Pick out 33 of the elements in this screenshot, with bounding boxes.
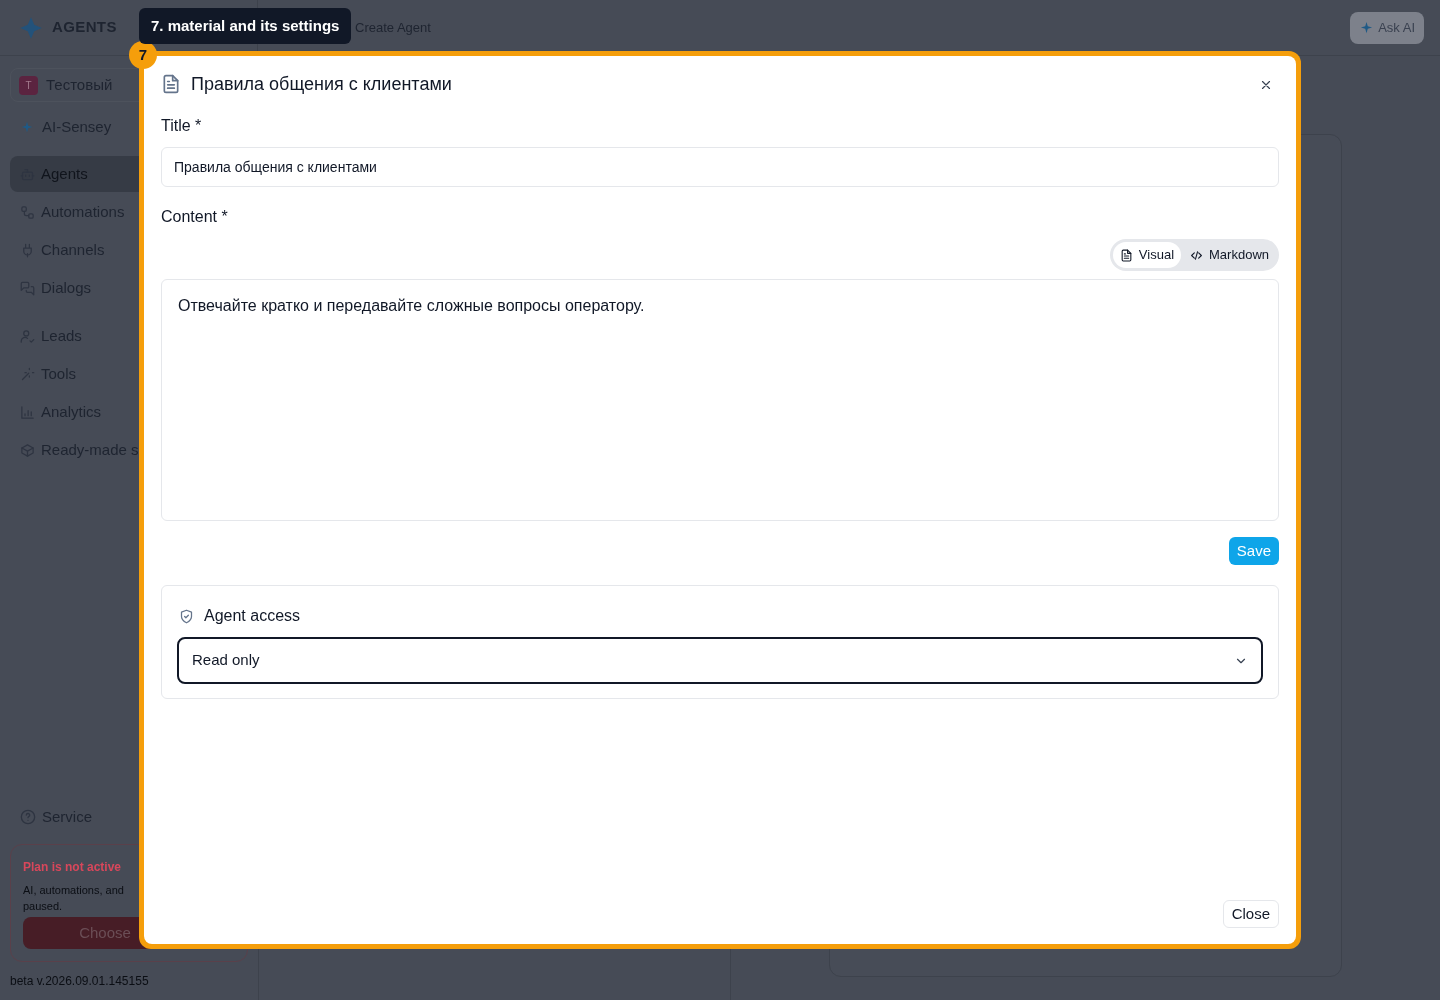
mode-tab[interactable]: Visual [1112, 242, 1182, 268]
section-title: Agent access [204, 606, 301, 626]
user-icon [20, 328, 35, 344]
wand-icon [20, 366, 35, 382]
field-label: Title * [161, 116, 203, 136]
save-button[interactable]: Save [1228, 537, 1279, 565]
content-editor[interactable]: Отвечайте кратко и передавайте сложные вопросы оператору. [161, 279, 1279, 521]
sparkle-icon [1359, 20, 1375, 35]
chat-icon [20, 280, 35, 296]
tour-tooltip: 7. material and its settings [139, 8, 352, 44]
shield-icon [179, 608, 194, 624]
plan-status: Plan is not active [23, 859, 123, 876]
code-icon [1190, 248, 1204, 262]
nodes-icon [20, 204, 35, 220]
document-icon [161, 74, 181, 94]
document-icon [1119, 248, 1133, 262]
version-text: beta v.2026.09.01.145155 [10, 973, 150, 990]
cube-icon [20, 442, 35, 458]
access-select[interactable]: Read only [177, 637, 1263, 684]
workspace-avatar: Т [19, 75, 38, 95]
plan-text: paused. [23, 899, 64, 914]
sparkle-icon [20, 120, 34, 134]
help-icon [20, 809, 36, 825]
title-input[interactable]: Правила общения с клиентами [161, 147, 1279, 187]
plan-text: AI, automations, and [23, 883, 125, 898]
plug-icon [20, 242, 35, 258]
mode-toggle[interactable]: Visual Markdown [1109, 239, 1279, 271]
field-label: Content * [161, 207, 229, 227]
mode-tab[interactable]: Markdown [1183, 242, 1276, 268]
ask-ai-button[interactable]: Ask AI [1350, 11, 1424, 44]
close-button[interactable]: Close [1222, 900, 1279, 928]
step-badge: 7 [129, 41, 157, 69]
close-icon [1259, 78, 1273, 92]
